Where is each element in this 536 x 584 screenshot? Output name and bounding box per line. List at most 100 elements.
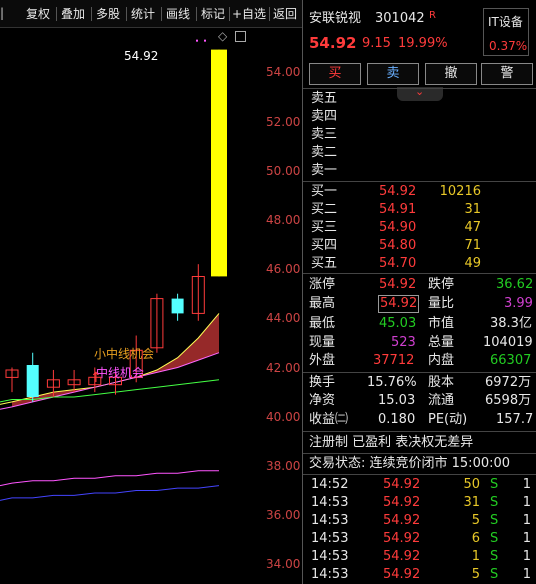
candle-body <box>211 49 227 277</box>
divider <box>303 431 536 432</box>
low-value: 45.03 <box>379 316 417 331</box>
tick-time: 14:53 <box>311 531 349 546</box>
float-shares-value: 6598万 <box>485 393 532 408</box>
toolbar-mark-button[interactable]: 标记 <box>201 6 225 22</box>
ask-level-label: 卖四 <box>311 109 338 124</box>
candle-body <box>26 365 39 397</box>
tick-price: 54.92 <box>383 513 421 528</box>
moving-average-line <box>0 470 219 487</box>
toolbar-fuquan-button[interactable]: 复权 <box>26 6 50 22</box>
limit-down-label: 跌停 <box>428 277 455 292</box>
stock-name: 安联锐视 <box>309 11 362 26</box>
pe-value: 157.7 <box>496 412 534 427</box>
divider <box>303 372 536 373</box>
signal-marker <box>196 39 198 42</box>
alert-button[interactable]: 警 <box>481 63 533 85</box>
bid-level-label: 买一 <box>311 184 338 199</box>
diamond-icon[interactable]: ◇ <box>218 29 227 43</box>
buy-button[interactable]: 买 <box>309 63 361 85</box>
divider <box>303 88 536 89</box>
pe-label: PE(动) <box>428 412 468 427</box>
tick-count: 1 <box>522 495 531 510</box>
tick-time: 14:53 <box>311 549 349 564</box>
bid-row[interactable]: 买三 54.90 47 <box>303 220 536 238</box>
sector-name: IT设备 <box>488 15 523 29</box>
toolbar-overlay-button[interactable]: 叠加 <box>61 6 85 22</box>
tick-row: 14:53 54.92 31 S 1 <box>303 494 536 512</box>
ask-level-label: 卖二 <box>311 145 338 160</box>
bid-level-label: 买二 <box>311 202 338 217</box>
toolbar-divider <box>161 7 162 21</box>
trading-status: 交易状态: 连续竞价闭市 15:00:00 <box>309 456 511 471</box>
expand-toggle[interactable]: ⌄ <box>397 85 443 101</box>
eps-label: 收益㈡ <box>309 412 349 427</box>
kline-chart-svg <box>0 39 227 501</box>
inner-volume-value: 66307 <box>490 353 532 368</box>
bid-level-label: 买四 <box>311 238 338 253</box>
low-chance-annotation: 中线机会 <box>96 366 145 380</box>
tick-volume: 5 <box>471 513 480 528</box>
bid-row[interactable]: 买一 54.92 10216 <box>303 184 536 202</box>
toolbar-stats-button[interactable]: 统计 <box>131 6 155 22</box>
stock-flag-badge: R <box>429 10 436 21</box>
sell-button[interactable]: 卖 <box>367 63 419 85</box>
collapse-chart-icon[interactable] <box>235 31 246 42</box>
tick-row: 14:53 54.92 5 S 1 <box>303 566 536 584</box>
high-label: 最高 <box>309 296 336 311</box>
kline-chart[interactable]: ◇ 54.92 小中线机会 中线机会 ↑ 54.00 52.00 50.00 48.0… <box>0 28 302 584</box>
toolbar-divider <box>91 7 92 21</box>
chevron-down-icon: ⌄ <box>415 85 425 98</box>
toolbar-divider <box>196 7 197 21</box>
bid-volume: 47 <box>464 220 481 235</box>
divider <box>303 181 536 182</box>
total-volume-label: 总量 <box>428 335 455 350</box>
ask-level-label: 卖三 <box>311 127 338 142</box>
tick-price: 54.92 <box>383 567 421 582</box>
share-capital-label: 股本 <box>428 375 455 390</box>
low-label: 最低 <box>309 316 336 331</box>
buy-signal-arrow-icon: ↑ <box>90 370 102 386</box>
bid-row[interactable]: 买四 54.80 71 <box>303 238 536 256</box>
price-axis-tick: 38.00 <box>266 458 301 473</box>
ask-level-label: 卖五 <box>311 91 338 106</box>
bid-price: 54.90 <box>379 220 417 235</box>
price-axis-tick: 40.00 <box>266 409 301 424</box>
bid-level-label: 买五 <box>311 256 338 271</box>
last-price: 54.92 <box>309 34 357 52</box>
bid-price: 54.70 <box>379 256 417 271</box>
bid-price: 54.92 <box>379 184 417 199</box>
stock-code: 301042 <box>375 11 425 26</box>
market-cap-label: 市值 <box>428 316 455 331</box>
bid-row[interactable]: 买二 54.91 31 <box>303 202 536 220</box>
tick-time: 14:53 <box>311 567 349 582</box>
toolbar-divider <box>126 7 127 21</box>
volume-ratio-value: 3.99 <box>504 296 533 311</box>
quote-panel: 安联锐视 301042 R 54.92 9.15 19.99% IT设备 0.3… <box>302 0 536 584</box>
tick-volume: 5 <box>471 567 480 582</box>
turnover-label: 换手 <box>309 375 336 390</box>
bid-volume: 49 <box>464 256 481 271</box>
toolbar-draw-line-button[interactable]: 画线 <box>166 6 190 22</box>
bid-price: 54.91 <box>379 202 417 217</box>
divider <box>303 474 536 475</box>
price-change: 9.15 <box>362 36 391 51</box>
tick-side: S <box>490 567 499 582</box>
tick-price: 54.92 <box>383 531 421 546</box>
divider <box>303 273 536 274</box>
toolbar-back-button[interactable]: 返回 <box>273 6 297 22</box>
bid-price: 54.80 <box>379 238 417 253</box>
toolbar-left-marker: | <box>0 6 5 20</box>
divider <box>303 453 536 454</box>
tick-count: 1 <box>522 477 531 492</box>
price-axis-tick: 48.00 <box>266 212 301 227</box>
toolbar-add-favorite-button[interactable]: +自选 <box>232 6 266 22</box>
bid-row[interactable]: 买五 54.70 49 <box>303 256 536 274</box>
outer-volume-value: 37712 <box>373 353 415 368</box>
tick-price: 54.92 <box>383 477 421 492</box>
sector-box[interactable]: IT设备 0.37% <box>483 8 529 56</box>
tick-volume: 1 <box>471 549 480 564</box>
cancel-order-button[interactable]: 撤 <box>425 63 477 85</box>
toolbar-multi-stock-button[interactable]: 多股 <box>96 6 120 22</box>
volume-ratio-label: 量比 <box>428 296 455 311</box>
tick-price: 54.92 <box>383 495 421 510</box>
